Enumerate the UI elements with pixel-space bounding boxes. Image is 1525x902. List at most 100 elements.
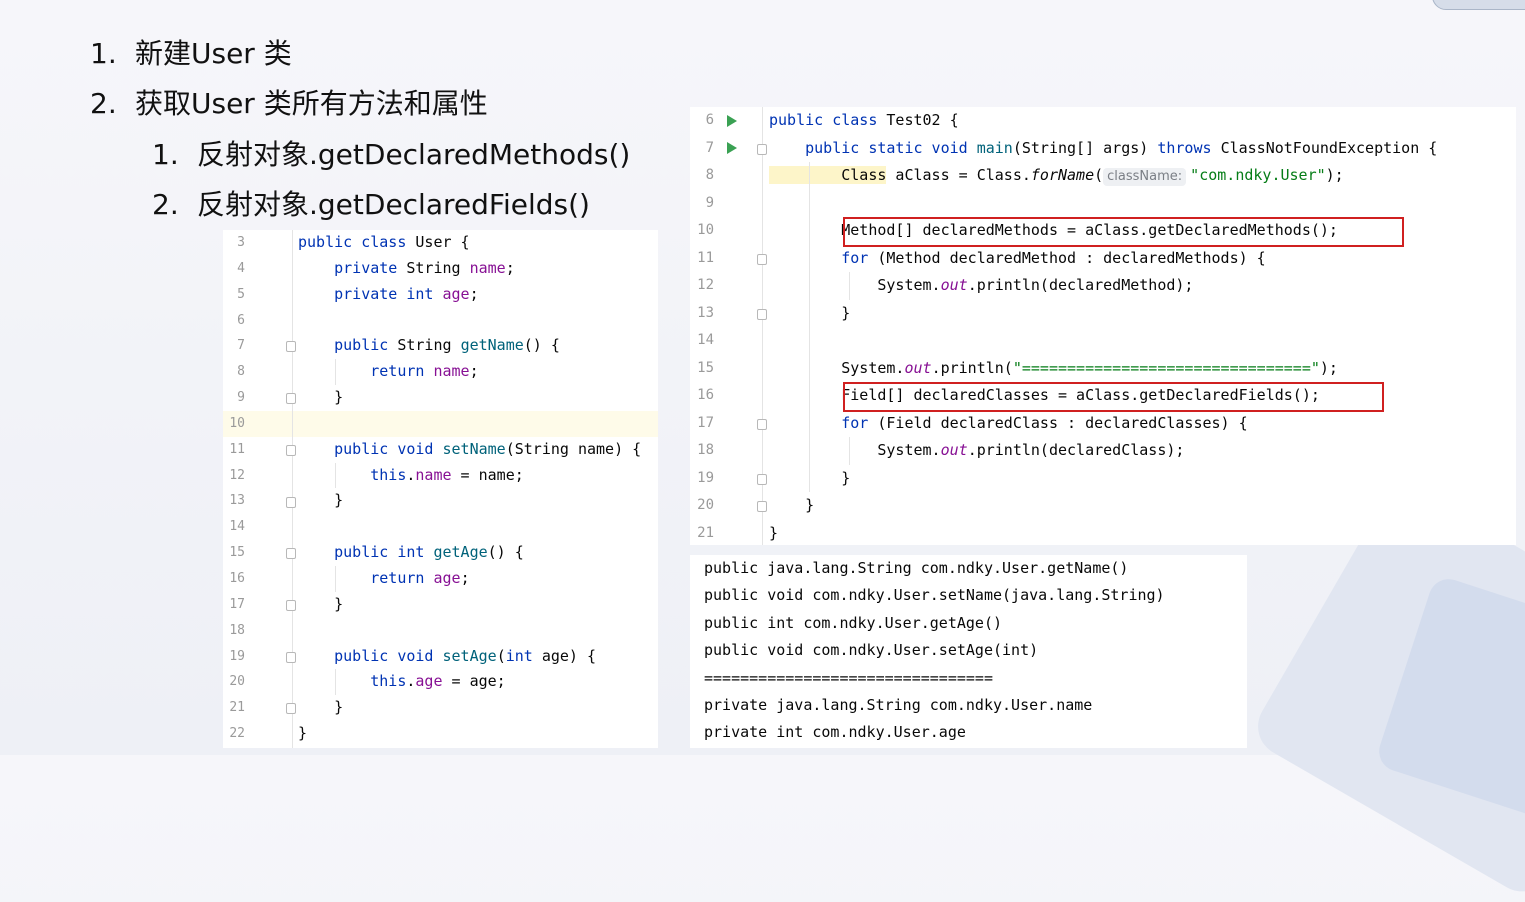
fold-icon xyxy=(286,496,296,508)
bullet-number: 1. xyxy=(90,37,117,70)
line-number: 16 xyxy=(697,387,714,403)
fold-icon xyxy=(286,548,296,560)
code-text: public int getAge() { xyxy=(298,540,524,566)
highlight-box-fields xyxy=(843,382,1384,412)
code-line: 19 } xyxy=(690,465,1516,493)
code-line: 9 xyxy=(690,190,1516,218)
code-line: 8 Class aClass = Class.forName(className… xyxy=(690,162,1516,190)
code-token: name xyxy=(469,258,506,277)
fold-icon xyxy=(757,473,767,485)
code-line: 18 xyxy=(223,618,658,644)
run-icon[interactable] xyxy=(727,142,737,154)
code-token: } xyxy=(298,491,344,510)
code-token: ClassNotFoundException { xyxy=(1220,138,1438,157)
code-line: 18 System.out.println(declaredClass); xyxy=(690,437,1516,465)
code-token: return xyxy=(298,362,434,381)
code-token: public int xyxy=(298,543,434,562)
code-token: public static void xyxy=(769,138,977,157)
console-text: public java.lang.String com.ndky.User.ge… xyxy=(704,559,1129,577)
code-line: 12 this.name = name; xyxy=(223,463,658,489)
bullet-number: 2. xyxy=(152,188,179,221)
code-token: out xyxy=(940,441,968,459)
code-token: forName xyxy=(1030,166,1095,184)
code-text: System.out.println(declaredClass); xyxy=(769,437,1184,465)
corner-decoration xyxy=(1432,0,1525,10)
line-number: 12 xyxy=(229,467,245,483)
code-line: 6 xyxy=(223,308,658,334)
code-text: for (Field declaredClass : declaredClass… xyxy=(769,410,1247,438)
code-text: } xyxy=(769,520,778,546)
code-token: ; xyxy=(460,568,470,587)
code-text: return age; xyxy=(298,566,470,592)
code-token: ; xyxy=(469,362,479,381)
line-number: 17 xyxy=(697,414,714,431)
code-token: () { xyxy=(523,336,560,355)
current-line-highlight xyxy=(223,410,658,437)
code-token: } xyxy=(298,388,344,407)
code-token: setName xyxy=(442,439,506,458)
line-number: 18 xyxy=(229,622,245,638)
line-number: 19 xyxy=(229,648,245,664)
code-token: .println(declaredMethod); xyxy=(967,276,1194,294)
code-line: 13 } xyxy=(690,300,1516,328)
line-number: 15 xyxy=(697,359,714,376)
user-class-code-panel: 3 public class User {4 private String nam… xyxy=(223,230,658,748)
console-line: public void com.ndky.User.setName(java.l… xyxy=(690,582,1247,609)
console-line: private java.lang.String com.ndky.User.n… xyxy=(690,692,1247,719)
code-token: public class xyxy=(769,111,887,129)
code-token: age xyxy=(442,284,470,303)
code-text: private String name; xyxy=(298,256,515,282)
line-number: 20 xyxy=(229,674,245,690)
code-token: ); xyxy=(1325,166,1344,184)
console-line: ================================ xyxy=(690,665,1247,692)
code-token: = age; xyxy=(442,672,506,691)
console-text: public int com.ndky.User.getAge() xyxy=(704,613,1003,632)
code-text: public class User { xyxy=(298,230,470,256)
bullet-number: 1. xyxy=(152,138,179,171)
console-text: ================================ xyxy=(704,668,993,687)
console-text: public void com.ndky.User.setName(java.l… xyxy=(704,586,1165,605)
code-token: User { xyxy=(415,233,470,251)
bullet-text: 新建User 类 xyxy=(135,37,292,70)
code-line: 5 private int age; xyxy=(223,282,658,308)
console-line: private int com.ndky.User.age xyxy=(690,719,1247,746)
code-token: out xyxy=(940,276,968,294)
console-output-panel: public java.lang.String com.ndky.User.ge… xyxy=(690,555,1247,748)
run-icon[interactable] xyxy=(727,114,737,127)
code-token: main xyxy=(976,138,1013,157)
code-text: Class aClass = Class.forName(className: "… xyxy=(769,162,1344,190)
line-number: 9 xyxy=(705,194,714,211)
indent-guide xyxy=(335,669,336,696)
code-token: public xyxy=(298,336,398,355)
code-token: ); xyxy=(1319,358,1338,377)
code-text: } xyxy=(298,721,307,747)
console-line: public void com.ndky.User.setAge(int) xyxy=(690,637,1247,664)
code-token: } xyxy=(298,724,308,743)
code-token: throws xyxy=(1157,138,1221,157)
sub-bullet-item: 1. 反射对象.getDeclaredMethods() xyxy=(152,133,630,173)
indent-guide xyxy=(335,359,336,386)
code-token: System. xyxy=(769,441,941,459)
test02-code-panel: 6 public class Test02 {7 public static vo… xyxy=(690,107,1516,545)
code-token: aClass = Class. xyxy=(886,166,1031,184)
code-token: private xyxy=(298,258,407,277)
highlight-box-methods xyxy=(843,217,1404,247)
code-token: "================================" xyxy=(1012,358,1320,377)
indent-guide xyxy=(335,462,336,489)
code-text: return name; xyxy=(298,359,479,385)
code-token: age) { xyxy=(532,646,597,665)
line-number: 14 xyxy=(229,519,245,535)
code-line: 3 public class User { xyxy=(223,230,658,256)
code-line: 11 for (Method declaredMethod : declared… xyxy=(690,245,1516,273)
code-token: this xyxy=(298,672,407,691)
line-number: 17 xyxy=(229,596,245,612)
code-token: } xyxy=(769,523,779,542)
code-line: 17 for (Field declaredClass : declaredCl… xyxy=(690,410,1516,438)
code-token: System. xyxy=(769,276,941,294)
code-token: (String[] args) xyxy=(1012,138,1158,157)
fold-icon xyxy=(286,703,296,715)
code-token: name xyxy=(433,362,470,381)
line-number: 7 xyxy=(705,139,714,156)
console-text: public void com.ndky.User.setAge(int) xyxy=(704,641,1039,660)
line-number: 10 xyxy=(697,222,714,238)
